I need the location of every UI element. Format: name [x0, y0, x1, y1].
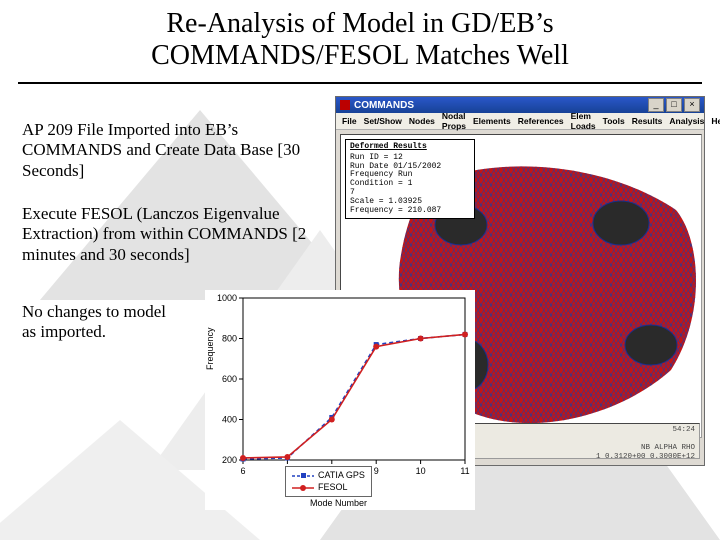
- menu-tools[interactable]: Tools: [603, 116, 625, 126]
- svg-text:10: 10: [416, 466, 426, 476]
- paragraph-execute-step: Execute FESOL (Lanczos Eigenvalue Extrac…: [22, 204, 322, 265]
- menu-elements[interactable]: Elements: [473, 116, 511, 126]
- legend-fesol: FESOL: [292, 482, 365, 494]
- menu-analysis[interactable]: Analysis: [669, 116, 704, 126]
- legend-label-catia: CATIA GPS: [318, 470, 365, 482]
- svg-text:11: 11: [460, 466, 469, 476]
- infobox-line: Frequency = 210.087: [350, 207, 470, 216]
- slide-title: Re-Analysis of Model in GD/EB’s COMMANDS…: [0, 8, 720, 72]
- deformed-results-box: Deformed Results Run ID = 12 Run Date 01…: [345, 139, 475, 219]
- infobox-line: Condition = 1: [350, 180, 470, 189]
- chart-x-axis-label: Mode Number: [310, 498, 367, 508]
- svg-text:800: 800: [222, 334, 237, 344]
- menu-nodalprops[interactable]: Nodal Props: [442, 111, 466, 131]
- menu-nodes[interactable]: Nodes: [409, 116, 435, 126]
- svg-text:600: 600: [222, 374, 237, 384]
- app-title-text: COMMANDS: [354, 100, 648, 111]
- maximize-button[interactable]: □: [666, 98, 682, 112]
- slide: Re-Analysis of Model in GD/EB’s COMMANDS…: [0, 0, 720, 540]
- menu-help[interactable]: Help: [711, 116, 720, 126]
- svg-text:6: 6: [240, 466, 245, 476]
- menu-results[interactable]: Results: [632, 116, 663, 126]
- minimize-button[interactable]: _: [648, 98, 664, 112]
- app-titlebar[interactable]: COMMANDS _ □ ×: [336, 97, 704, 113]
- menu-setshow[interactable]: Set/Show: [364, 116, 402, 126]
- paragraph-import-step: AP 209 File Imported into EB’s COMMANDS …: [22, 120, 322, 181]
- svg-text:1000: 1000: [217, 293, 237, 303]
- chart-legend: CATIA GPS FESOL: [285, 466, 372, 497]
- title-divider: [18, 82, 702, 84]
- svg-text:400: 400: [222, 415, 237, 425]
- window-buttons: _ □ ×: [648, 98, 700, 112]
- menu-references[interactable]: References: [518, 116, 564, 126]
- legend-catia: CATIA GPS: [292, 470, 365, 482]
- chart-y-axis-label: Frequency: [205, 327, 215, 370]
- svg-text:200: 200: [222, 455, 237, 465]
- menu-elemloads[interactable]: Elem Loads: [571, 111, 596, 131]
- frequency-chart: 200400600800100067891011 Frequency Mode …: [205, 290, 475, 510]
- app-icon: [340, 100, 350, 110]
- infobox-title: Deformed Results: [350, 143, 470, 152]
- slide-title-line2: COMMANDS/FESOL Matches Well: [151, 40, 569, 71]
- app-menubar[interactable]: File Set/Show Nodes Nodal Props Elements…: [336, 113, 704, 130]
- slide-title-line1: Re-Analysis of Model in GD/EB’s: [166, 8, 553, 39]
- legend-label-fesol: FESOL: [318, 482, 348, 494]
- svg-text:9: 9: [374, 466, 379, 476]
- close-button[interactable]: ×: [684, 98, 700, 112]
- menu-file[interactable]: File: [342, 116, 357, 126]
